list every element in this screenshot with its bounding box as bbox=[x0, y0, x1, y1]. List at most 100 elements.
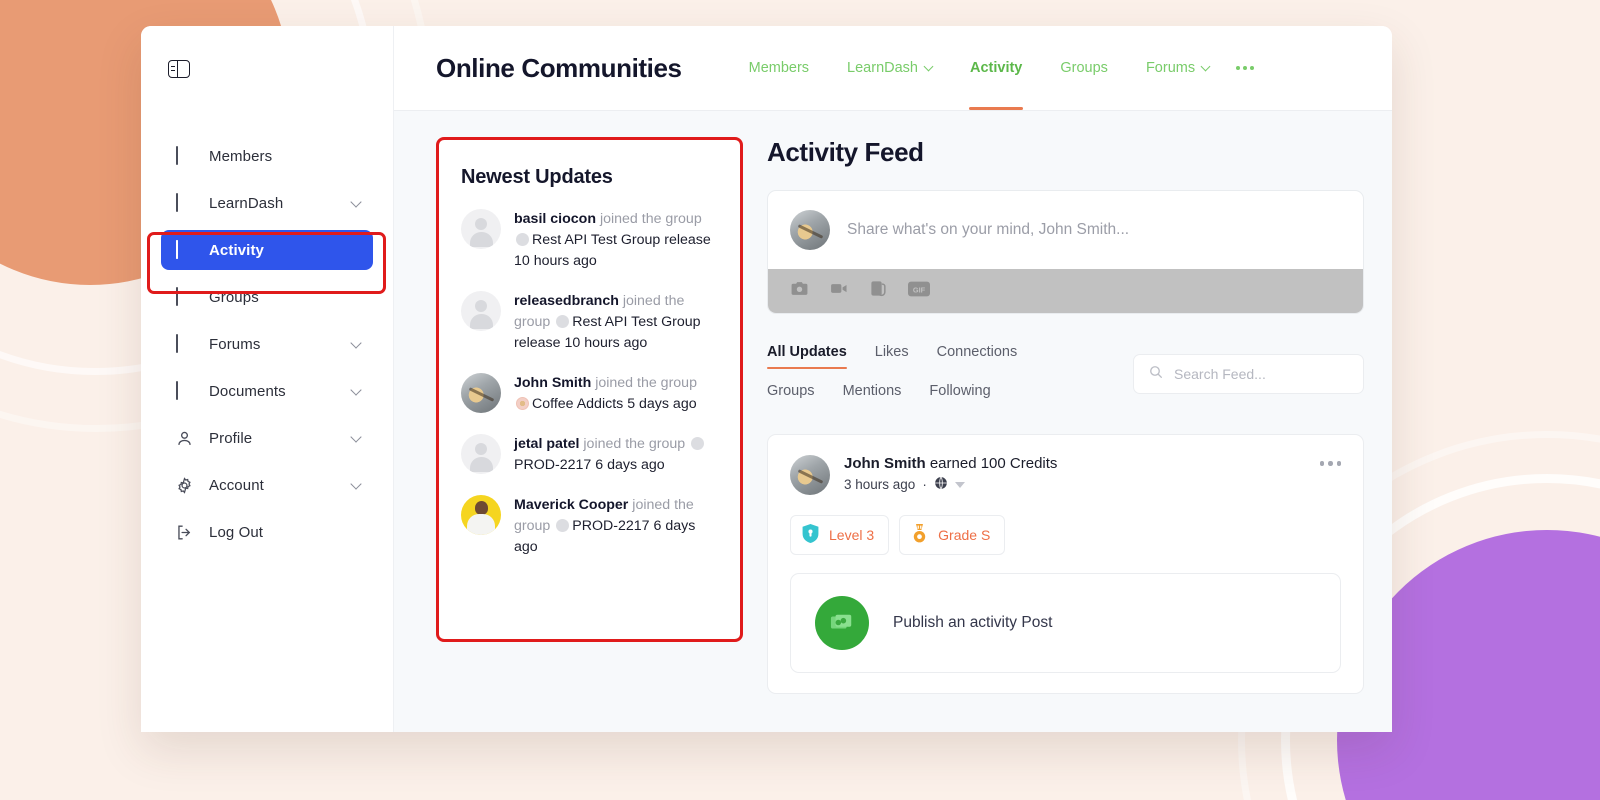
timestamp: 5 days ago bbox=[627, 396, 697, 412]
group-name[interactable]: PROD-2217 bbox=[572, 518, 649, 534]
activity-post-card: John Smith earned 100 Credits 3 hours ag… bbox=[767, 434, 1364, 694]
post-title-line: John Smith earned 100 Credits bbox=[844, 455, 1057, 472]
sidebar-item-profile[interactable]: Profile bbox=[161, 418, 373, 458]
person-icon bbox=[175, 429, 194, 448]
user-name[interactable]: basil ciocon bbox=[514, 211, 596, 227]
top-bar: Online Communities Members LearnDash Act… bbox=[394, 26, 1392, 111]
sidebar-nav: Members LearnDash Activity Groups Forums bbox=[141, 111, 393, 559]
tab-learndash[interactable]: LearnDash bbox=[828, 26, 951, 110]
avatar bbox=[461, 373, 501, 413]
sidebar-item-label: Log Out bbox=[209, 523, 264, 541]
sidebar-item-learndash[interactable]: LearnDash bbox=[161, 183, 373, 223]
user-name[interactable]: Maverick Cooper bbox=[514, 497, 628, 513]
post-meta: John Smith earned 100 Credits 3 hours ag… bbox=[844, 455, 1057, 493]
chevron-down-icon[interactable] bbox=[350, 196, 362, 208]
panel-toggle-icon[interactable] bbox=[168, 59, 190, 78]
tab-following[interactable]: Following bbox=[929, 383, 990, 408]
status-badge[interactable]: Grade S bbox=[899, 515, 1006, 555]
more-options-icon[interactable] bbox=[1319, 461, 1341, 466]
group-name[interactable]: PROD-2217 bbox=[514, 457, 591, 473]
tab-label: Members bbox=[748, 60, 810, 76]
search-placeholder: Search Feed... bbox=[1174, 366, 1266, 382]
post-submeta: 3 hours ago · bbox=[844, 476, 1057, 493]
sidebar-item-groups[interactable]: Groups bbox=[161, 277, 373, 317]
svg-text:GIF: GIF bbox=[913, 285, 926, 294]
list-item[interactable]: releasedbranch joined the group Rest API… bbox=[461, 291, 718, 354]
timestamp: 3 hours ago bbox=[844, 477, 916, 492]
tab-connections[interactable]: Connections bbox=[937, 344, 1018, 369]
group-name[interactable]: Coffee Addicts bbox=[532, 396, 623, 412]
user-name[interactable]: releasedbranch bbox=[514, 293, 619, 309]
medal-icon bbox=[910, 523, 929, 547]
user-name[interactable]: John Smith bbox=[514, 375, 591, 391]
chevron-down-icon[interactable] bbox=[954, 481, 965, 488]
sidebar-item-members[interactable]: Members bbox=[161, 136, 373, 176]
list-item[interactable]: basil ciocon joined the group Rest API T… bbox=[461, 209, 718, 272]
tab-activity[interactable]: Activity bbox=[951, 26, 1041, 110]
more-options-icon[interactable] bbox=[1228, 66, 1262, 70]
sidebar-item-account[interactable]: Account bbox=[161, 465, 373, 505]
tab-members[interactable]: Members bbox=[730, 26, 828, 110]
globe-icon[interactable] bbox=[934, 476, 948, 493]
tab-forums[interactable]: Forums bbox=[1127, 26, 1228, 110]
user-name[interactable]: jetal patel bbox=[514, 436, 579, 452]
sidebar: Members LearnDash Activity Groups Forums bbox=[141, 26, 394, 732]
sidebar-item-documents[interactable]: Documents bbox=[161, 371, 373, 411]
newest-updates-card: Newest Updates basil ciocon joined the g… bbox=[436, 137, 743, 642]
newest-updates-title: Newest Updates bbox=[461, 166, 613, 188]
composer-placeholder[interactable]: Share what's on your mind, John Smith... bbox=[847, 221, 1129, 239]
post-composer[interactable]: Share what's on your mind, John Smith... bbox=[767, 190, 1364, 314]
video-icon[interactable] bbox=[829, 279, 849, 303]
chevron-down-icon[interactable] bbox=[350, 384, 362, 396]
chevron-down-icon[interactable] bbox=[350, 478, 362, 490]
sidebar-item-label: Account bbox=[209, 476, 264, 494]
tab-label: Likes bbox=[874, 344, 909, 360]
coffee-group-icon bbox=[516, 397, 529, 410]
page-title: Online Communities bbox=[436, 52, 682, 83]
chevron-down-icon[interactable] bbox=[350, 337, 362, 349]
chevron-down-icon[interactable] bbox=[350, 431, 362, 443]
sidebar-item-logout[interactable]: Log Out bbox=[161, 512, 373, 552]
tab-groups[interactable]: Groups bbox=[1041, 26, 1127, 110]
money-icon bbox=[815, 596, 869, 650]
logout-icon bbox=[175, 523, 194, 542]
sidebar-item-forums[interactable]: Forums bbox=[161, 324, 373, 364]
tab-likes[interactable]: Likes bbox=[875, 344, 909, 369]
list-item[interactable]: jetal patel joined the group PROD-2217 6… bbox=[461, 434, 718, 476]
tab-label: LearnDash bbox=[847, 60, 918, 76]
group-icon bbox=[556, 519, 570, 532]
list-item[interactable]: Maverick Cooper joined the group PROD-22… bbox=[461, 495, 718, 558]
composer-input-row[interactable]: Share what's on your mind, John Smith... bbox=[768, 191, 1363, 269]
document-icon bbox=[175, 380, 194, 401]
sidebar-item-activity[interactable]: Activity bbox=[161, 230, 373, 270]
feed-title: Activity Feed bbox=[767, 137, 924, 167]
list-item[interactable]: John Smith joined the group Coffee Addic… bbox=[461, 373, 718, 415]
update-text: John Smith joined the group Coffee Addic… bbox=[514, 373, 718, 415]
tab-label: All Updates bbox=[767, 344, 847, 360]
search-input[interactable]: Search Feed... bbox=[1133, 354, 1364, 394]
group-name[interactable]: Rest API Test Group release bbox=[532, 232, 711, 248]
gif-icon[interactable]: GIF bbox=[908, 281, 930, 302]
sidebar-item-label: Documents bbox=[209, 382, 286, 400]
post-author[interactable]: John Smith bbox=[844, 455, 926, 472]
tab-label: Mentions bbox=[842, 383, 902, 399]
sidebar-item-label: Profile bbox=[209, 429, 253, 447]
sidebar-item-label: Forums bbox=[209, 335, 261, 353]
sidebar-item-label: LearnDash bbox=[209, 194, 284, 212]
tab-groups[interactable]: Groups bbox=[767, 383, 815, 408]
chevron-down-icon bbox=[1200, 61, 1211, 72]
reward-label: Publish an activity Post bbox=[893, 614, 1053, 631]
tab-all-updates[interactable]: All Updates bbox=[767, 344, 847, 369]
tab-mentions[interactable]: Mentions bbox=[843, 383, 902, 408]
newest-updates-panel: Newest Updates basil ciocon joined the g… bbox=[436, 137, 743, 732]
avatar bbox=[790, 455, 830, 495]
badge-label: Grade S bbox=[938, 527, 991, 543]
status-badge[interactable]: Level 3 bbox=[790, 515, 890, 555]
attachment-icon[interactable] bbox=[869, 279, 888, 303]
avatar bbox=[790, 210, 830, 250]
shield-icon bbox=[801, 523, 820, 547]
camera-icon[interactable] bbox=[790, 279, 809, 303]
reward-card[interactable]: Publish an activity Post bbox=[790, 573, 1341, 673]
avatar bbox=[461, 434, 501, 474]
separator: · bbox=[922, 477, 927, 492]
